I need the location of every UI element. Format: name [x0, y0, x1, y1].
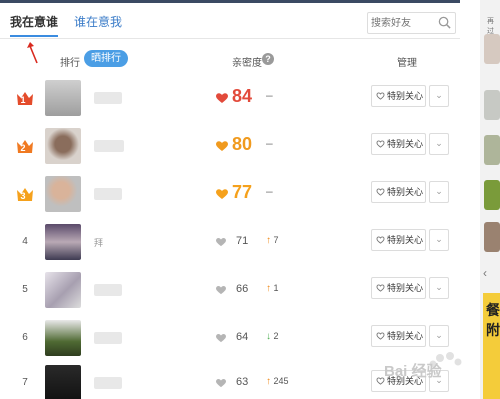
heart-outline-icon	[376, 140, 385, 148]
list-item: 1 84 – 特别关心 ⌄	[0, 74, 460, 122]
rank-change: –	[266, 88, 273, 102]
heart-icon	[216, 93, 228, 103]
avatar[interactable]	[45, 80, 81, 116]
friend-name[interactable]	[94, 92, 122, 104]
intimacy-column-header: 亲密度	[232, 58, 262, 69]
rank-change: –	[266, 136, 273, 150]
chevron-left-icon[interactable]: ‹	[483, 266, 487, 280]
tab-bar: 我在意谁 谁在意我	[0, 3, 460, 39]
rank-change: –	[266, 184, 273, 198]
avatar[interactable]	[45, 320, 81, 356]
help-icon[interactable]: ?	[262, 53, 274, 65]
intimacy-score: 80	[232, 134, 253, 154]
intimacy-score: 71	[236, 235, 249, 247]
share-rank-button[interactable]: 晒排行	[84, 50, 128, 67]
heart-outline-icon	[376, 92, 385, 100]
rank-change: ↑ 1	[266, 283, 279, 294]
tab-cares-about-me[interactable]: 谁在意我	[74, 13, 122, 30]
search-box	[367, 12, 456, 34]
list-item: 4 拜 71 ↑ 7 特别关心 ⌄	[0, 218, 460, 266]
rank-number: 7	[22, 377, 28, 388]
chevron-down-icon[interactable]: ⌄	[429, 325, 449, 347]
heart-icon	[216, 238, 226, 247]
list-item: 2 80 – 特别关心 ⌄	[0, 122, 460, 170]
chevron-down-icon[interactable]: ⌄	[429, 85, 449, 107]
side-thumb[interactable]	[484, 90, 500, 120]
intimacy-score: 63	[236, 376, 249, 388]
side-ad-text: 餐附	[486, 302, 500, 338]
side-thumb[interactable]	[484, 34, 500, 64]
rank-number: 4	[22, 236, 28, 247]
side-thumb[interactable]	[484, 135, 500, 165]
rank-change: ↑ 7	[266, 235, 279, 246]
arrow-up-icon: ↑	[266, 376, 271, 387]
heart-outline-icon	[376, 188, 385, 196]
avatar[interactable]	[45, 224, 81, 260]
intimacy-score: 84	[232, 86, 253, 106]
chevron-down-icon[interactable]: ⌄	[429, 277, 449, 299]
avatar[interactable]	[45, 128, 81, 164]
avatar[interactable]	[45, 176, 81, 212]
heart-outline-icon	[376, 284, 385, 292]
arrow-up-icon: ↑	[266, 283, 271, 294]
rank-badge: 2	[14, 138, 36, 154]
heart-icon	[216, 189, 228, 199]
avatar[interactable]	[45, 272, 81, 308]
friend-name[interactable]	[94, 332, 122, 344]
special-care-button[interactable]: 特别关心	[371, 133, 426, 155]
list-header: 排行 晒排行 亲密度 ? 管理	[0, 50, 460, 70]
heart-icon	[216, 379, 226, 388]
rank-number: 5	[22, 284, 28, 295]
intimacy-score: 66	[236, 283, 249, 295]
heart-outline-icon	[376, 332, 385, 340]
search-input[interactable]	[371, 13, 437, 34]
rank-number: 6	[22, 332, 28, 343]
friend-name[interactable]	[94, 377, 122, 389]
heart-outline-icon	[376, 236, 385, 244]
special-care-button[interactable]: 特别关心	[371, 85, 426, 107]
heart-icon	[216, 141, 228, 151]
rank-change: ↑ 245	[266, 376, 289, 387]
friend-name[interactable]: 拜	[94, 236, 103, 249]
tab-i-care-about[interactable]: 我在意谁	[10, 13, 59, 37]
friend-name[interactable]	[94, 284, 122, 296]
search-icon[interactable]	[438, 16, 451, 29]
list-item: 5 66 ↑ 1 特别关心 ⌄	[0, 266, 460, 314]
rank-badge: 3	[14, 186, 36, 202]
rank-change: ↓ 2	[266, 331, 279, 342]
chevron-down-icon[interactable]: ⌄	[429, 133, 449, 155]
special-care-button[interactable]: 特别关心	[371, 229, 426, 251]
arrow-up-icon: ↑	[266, 235, 271, 246]
intimacy-score: 64	[236, 331, 249, 343]
chevron-down-icon[interactable]: ⌄	[429, 229, 449, 251]
list-item: 3 77 – 特别关心 ⌄	[0, 170, 460, 218]
special-care-button[interactable]: 特别关心	[371, 277, 426, 299]
side-panel-text: 再过	[487, 18, 494, 35]
side-thumb[interactable]	[484, 180, 500, 210]
special-care-button[interactable]: 特别关心	[371, 325, 426, 347]
heart-icon	[216, 286, 226, 295]
friend-name[interactable]	[94, 140, 124, 152]
friend-name[interactable]	[94, 188, 122, 200]
chevron-down-icon[interactable]: ⌄	[429, 181, 449, 203]
arrow-down-icon: ↓	[266, 331, 271, 342]
watermark-text: Bai 经验	[384, 363, 442, 380]
special-care-button[interactable]: 特别关心	[371, 181, 426, 203]
avatar[interactable]	[45, 365, 81, 399]
side-thumb[interactable]	[484, 222, 500, 252]
rank-column-header: 排行	[60, 58, 80, 69]
intimacy-score: 77	[232, 182, 253, 202]
heart-icon	[216, 334, 226, 343]
rank-badge: 1	[14, 90, 36, 106]
manage-column-header: 管理	[397, 58, 417, 69]
